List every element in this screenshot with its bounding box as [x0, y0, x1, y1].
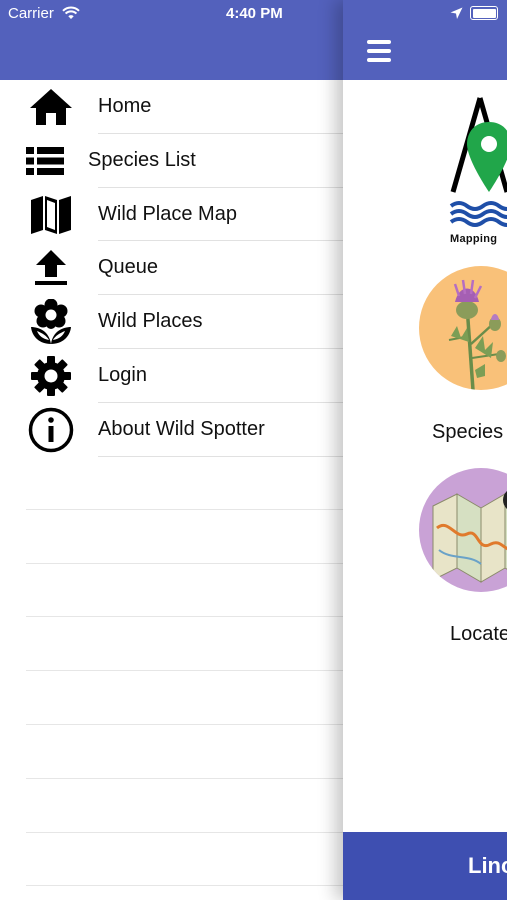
- thistle-illustration: [448, 279, 506, 390]
- menu-item-about[interactable]: About Wild Spotter: [0, 403, 343, 457]
- species-list-tile-label[interactable]: Species: [432, 421, 503, 444]
- location-arrow-icon: [450, 7, 463, 19]
- empty-row-separator: [26, 778, 343, 779]
- info-icon: [28, 407, 74, 453]
- menu-item-species-list[interactable]: Species List: [0, 134, 343, 188]
- gear-icon: [28, 355, 74, 396]
- empty-row-separator: [26, 616, 343, 617]
- menu-item-wild-place-map[interactable]: Wild Place Map: [0, 188, 343, 242]
- empty-row-separator: [26, 563, 343, 564]
- divider: [98, 455, 343, 457]
- empty-row-separator: [26, 670, 343, 671]
- app-logo: [449, 97, 507, 227]
- menu-item-label: Species List: [88, 148, 196, 171]
- clock-label: 4:40 PM: [226, 5, 283, 22]
- main-panel: Mapping Species Locate Lin: [343, 0, 507, 900]
- folded-map-illustration: [432, 491, 507, 583]
- empty-row-separator: [26, 509, 343, 510]
- empty-row-separator: [26, 832, 343, 833]
- main-nav-bar: [343, 0, 507, 80]
- menu-toggle-button[interactable]: [367, 40, 391, 62]
- menu-item-label: About Wild Spotter: [98, 417, 265, 440]
- menu-item-home[interactable]: Home: [0, 80, 343, 134]
- battery-icon: [470, 6, 498, 20]
- locate-tile-label[interactable]: Locate: [450, 623, 507, 646]
- menu-item-wild-places[interactable]: Wild Places: [0, 295, 343, 349]
- upload-icon: [28, 248, 74, 288]
- carrier-label: Carrier: [8, 5, 54, 22]
- empty-row-separator: [26, 724, 343, 725]
- home-icon: [28, 87, 74, 127]
- menu-item-label: Wild Place Map: [98, 202, 237, 225]
- empty-row-separator: [26, 885, 343, 886]
- species-list-tile-image[interactable]: [419, 266, 507, 390]
- bottom-action-button[interactable]: Linc: [343, 832, 507, 900]
- wifi-icon: [62, 6, 80, 19]
- flower-icon: [28, 299, 74, 345]
- list-icon: [22, 141, 68, 181]
- menu-item-label: Wild Places: [98, 310, 203, 333]
- menu-item-label: Login: [98, 363, 147, 386]
- map-icon: [28, 195, 74, 235]
- side-drawer: Carrier 4:40 PM Home Species List Wild P…: [0, 0, 343, 900]
- menu-item-label: Home: [98, 95, 152, 117]
- menu-item-queue[interactable]: Queue: [0, 241, 343, 296]
- logo-caption: Mapping: [450, 233, 498, 245]
- menu-item-label: Queue: [98, 256, 159, 279]
- bottom-action-button-label: Linc: [468, 853, 507, 878]
- drawer-menu: Home Species List Wild Place Map Queue W…: [0, 80, 343, 457]
- locate-tile-image[interactable]: [419, 468, 507, 592]
- menu-item-login[interactable]: Login: [0, 349, 343, 403]
- drawer-header-bar: Carrier 4:40 PM: [0, 0, 343, 80]
